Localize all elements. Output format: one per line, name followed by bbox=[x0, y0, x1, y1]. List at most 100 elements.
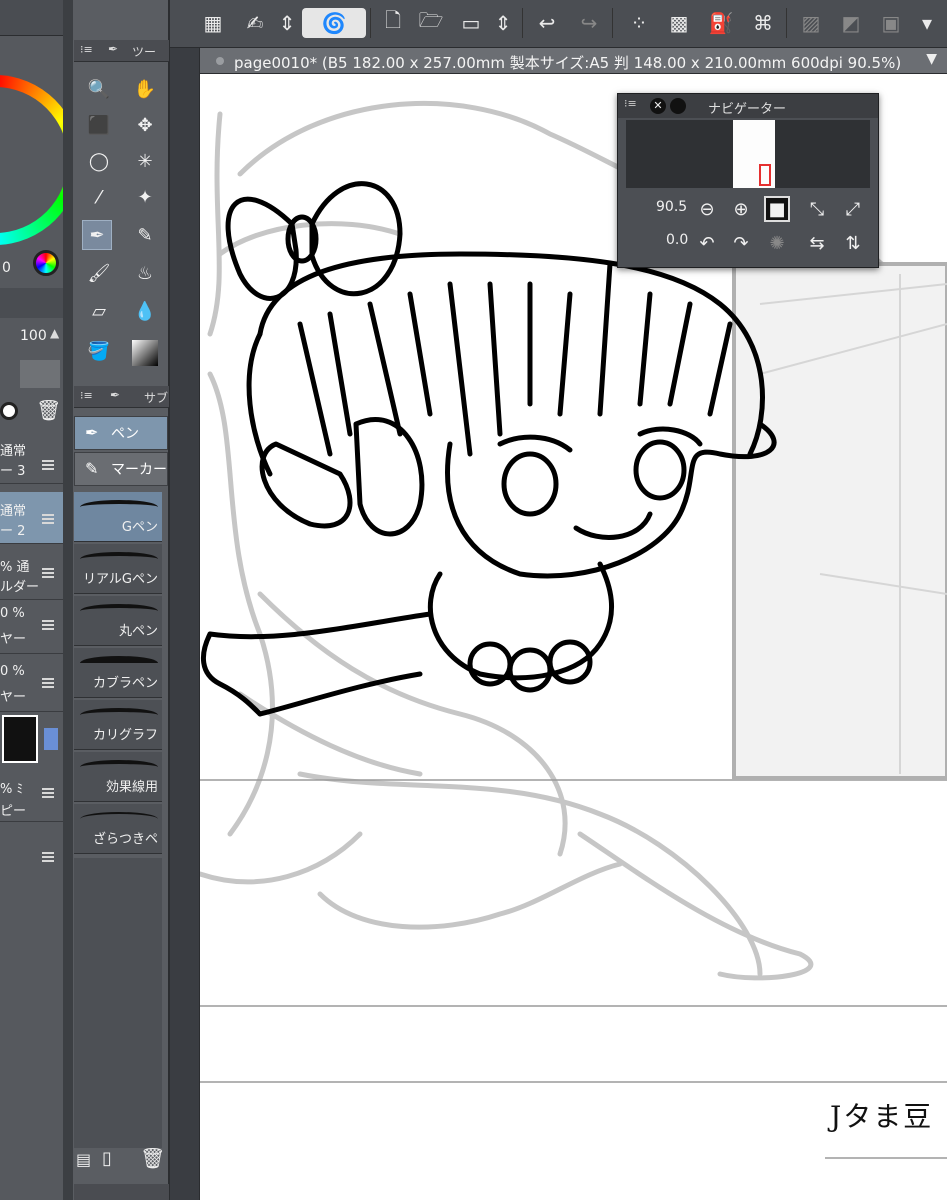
layer-row[interactable]: % 通 ルダー bbox=[0, 548, 69, 600]
marker-icon: ✎ bbox=[85, 459, 99, 478]
rotate-left-icon[interactable]: ↶ bbox=[694, 230, 720, 256]
pencil-tool-icon[interactable]: ✎ bbox=[130, 220, 160, 250]
brush-item[interactable]: リアルGペン bbox=[74, 544, 162, 594]
new-file-icon[interactable]: 🗋 bbox=[378, 8, 408, 38]
checker-icon[interactable]: ◩ bbox=[836, 8, 866, 38]
document-tab[interactable]: page0010* (B5 182.00 x 257.00mm 製本サイズ:A5… bbox=[200, 48, 947, 74]
tool-panel-header: ⁝≡ ✒ ツー bbox=[74, 40, 169, 62]
magic-wand-icon[interactable]: ✳ bbox=[130, 146, 160, 176]
layer-row[interactable]: 0 % ヤー bbox=[0, 602, 69, 654]
pen-nib-icon: ✒ bbox=[108, 42, 119, 56]
eyedropper-icon[interactable]: ⁄ bbox=[84, 182, 114, 212]
layer-lock-icon[interactable] bbox=[20, 360, 60, 388]
swirl-icon[interactable]: 🌀 bbox=[302, 8, 366, 38]
object-tool-icon[interactable]: ⬛ bbox=[84, 110, 114, 140]
zoom-in-icon[interactable]: ⊕ bbox=[728, 196, 754, 222]
canvas-stepper-icon[interactable]: ⇕ bbox=[488, 8, 518, 38]
undo-icon[interactable]: ↩ bbox=[532, 8, 562, 38]
spin-icon[interactable]: ⇕ bbox=[272, 8, 302, 38]
frame-icon[interactable]: ▣ bbox=[876, 8, 906, 38]
brush-item[interactable]: カブラペン bbox=[74, 648, 162, 698]
color-set-icon[interactable] bbox=[33, 250, 59, 276]
canvas-side-strip bbox=[170, 48, 200, 1200]
opacity-value[interactable]: 100 bbox=[20, 328, 47, 344]
subtool-marker[interactable]: ✎ マーカー bbox=[74, 452, 168, 486]
flip-horizontal-icon[interactable]: ⇆ bbox=[804, 230, 830, 256]
subtool-pen-icon: ✒ bbox=[110, 388, 121, 402]
flip-vertical-icon[interactable]: ⇅ bbox=[840, 230, 866, 256]
menu-icon[interactable] bbox=[42, 460, 54, 470]
brush-item-selected[interactable]: Gペン bbox=[74, 492, 162, 542]
panel-divider[interactable] bbox=[63, 0, 73, 1200]
grid-icon[interactable]: ▦ bbox=[198, 8, 228, 38]
sparkle-icon[interactable]: ✦ bbox=[130, 182, 160, 212]
bottom-panel-header bbox=[74, 1184, 169, 1200]
toolbar-menu-icon[interactable]: ▾ bbox=[912, 8, 942, 38]
menu-icon[interactable] bbox=[42, 788, 54, 798]
brush-item[interactable]: 効果線用 bbox=[74, 752, 162, 802]
copy-subtool-icon[interactable]: ▯ bbox=[102, 1148, 112, 1169]
redo-icon[interactable]: ↪ bbox=[574, 8, 604, 38]
brush-list-empty bbox=[74, 858, 162, 1148]
zoom-out-icon[interactable]: ⊖ bbox=[694, 196, 720, 222]
delete-subtool-icon[interactable]: 🗑 bbox=[140, 1146, 165, 1170]
canvas-icon[interactable]: ▭ bbox=[456, 8, 486, 38]
brush-item[interactable]: 丸ペン bbox=[74, 596, 162, 646]
tab-close-icon[interactable] bbox=[216, 57, 224, 65]
rotation-value[interactable]: 0.0 bbox=[666, 232, 688, 248]
fit-screen-icon[interactable]: ■ bbox=[764, 196, 790, 222]
fit-window-icon[interactable]: ⤡ bbox=[804, 196, 830, 222]
scatter-icon[interactable]: ⁘ bbox=[624, 8, 654, 38]
menu-icon[interactable] bbox=[42, 852, 54, 862]
reset-rotation-icon[interactable]: ✺ bbox=[764, 230, 790, 256]
subtool-pen[interactable]: ✒ ペン bbox=[74, 416, 168, 450]
color-layer-panel: 0 100 ▲ 🗑 通常 ー 3 通常 ー 2 % 通 ルダー 0 % ヤー 0… bbox=[0, 0, 70, 1200]
open-folder-icon[interactable]: 🗁 bbox=[416, 8, 446, 38]
layer-row[interactable]: 0 % ヤー bbox=[0, 660, 69, 712]
menu-icon[interactable] bbox=[42, 678, 54, 688]
fill-icon[interactable]: ⛽ bbox=[706, 8, 736, 38]
zoom-tool-icon[interactable]: 🔍 bbox=[84, 74, 114, 104]
fill-bucket-icon[interactable]: 🪣 bbox=[84, 336, 114, 366]
pattern-icon[interactable]: ▨ bbox=[796, 8, 826, 38]
opacity-stepper-icon[interactable]: ▲ bbox=[50, 326, 59, 340]
eraser-icon[interactable]: ▱ bbox=[84, 296, 114, 326]
gradient-tool-icon[interactable] bbox=[132, 340, 158, 366]
pen-tool-icon[interactable]: ✒ bbox=[82, 220, 112, 250]
brush-tool-icon[interactable]: 🖌 bbox=[84, 258, 114, 288]
layer-mask-icon[interactable] bbox=[0, 402, 18, 420]
layer-row[interactable]: 通常 ー 3 bbox=[0, 432, 69, 484]
navigator-title: ナビゲーター bbox=[708, 102, 787, 117]
layer-row[interactable] bbox=[0, 830, 69, 886]
document-tab-title: page0010* (B5 182.00 x 257.00mm 製本サイズ:A5… bbox=[234, 54, 902, 72]
brush-item[interactable]: ざらつきペ bbox=[74, 804, 162, 854]
airbrush-icon[interactable]: ♨ bbox=[130, 258, 160, 288]
subtool-settings-icon[interactable]: ▤ bbox=[76, 1150, 91, 1169]
zoom-value[interactable]: 90.5 bbox=[656, 199, 687, 215]
hand-tool-icon[interactable]: ✋ bbox=[130, 74, 160, 104]
hue-value: 0 bbox=[2, 260, 11, 276]
move-layer-icon[interactable]: ✥ bbox=[130, 110, 160, 140]
transform-icon[interactable]: ⌘ bbox=[748, 8, 778, 38]
menu-icon[interactable] bbox=[42, 620, 54, 630]
layer-row[interactable]: % ﾐ ピー bbox=[0, 770, 69, 822]
tab-menu-icon[interactable]: ▼ bbox=[926, 51, 937, 67]
delete-layer-icon[interactable]: 🗑 bbox=[36, 398, 61, 422]
brush-item[interactable]: カリグラフ bbox=[74, 700, 162, 750]
navigator-preview[interactable] bbox=[626, 120, 870, 188]
blend-icon[interactable]: 💧 bbox=[130, 296, 160, 326]
panel-menu-icon[interactable]: ⁝≡ bbox=[624, 97, 637, 110]
rotate-right-icon[interactable]: ↷ bbox=[728, 230, 754, 256]
lasso-icon[interactable]: ◯ bbox=[84, 146, 114, 176]
navigator-panel: ⁝≡ ✕ ナビゲーター 90.5 ⊖ ⊕ ■ ⤡ ⤢ 0.0 ↶ ↷ ✺ ⇆ ⇅ bbox=[617, 93, 879, 268]
close-icon[interactable]: ✕ bbox=[650, 98, 666, 114]
edit-icon[interactable]: ✍ bbox=[240, 8, 270, 38]
menu-icon[interactable] bbox=[42, 514, 54, 524]
subtool-panel-header: ⁝≡ ✒ サブ bbox=[74, 386, 169, 408]
transparent-icon[interactable]: ▩ bbox=[664, 8, 694, 38]
viewport-indicator[interactable] bbox=[759, 164, 771, 186]
actual-size-icon[interactable]: ⤢ bbox=[840, 196, 866, 222]
layer-row-selected[interactable]: 通常 ー 2 bbox=[0, 492, 69, 544]
minimize-icon[interactable] bbox=[670, 98, 686, 114]
menu-icon[interactable] bbox=[42, 568, 54, 578]
